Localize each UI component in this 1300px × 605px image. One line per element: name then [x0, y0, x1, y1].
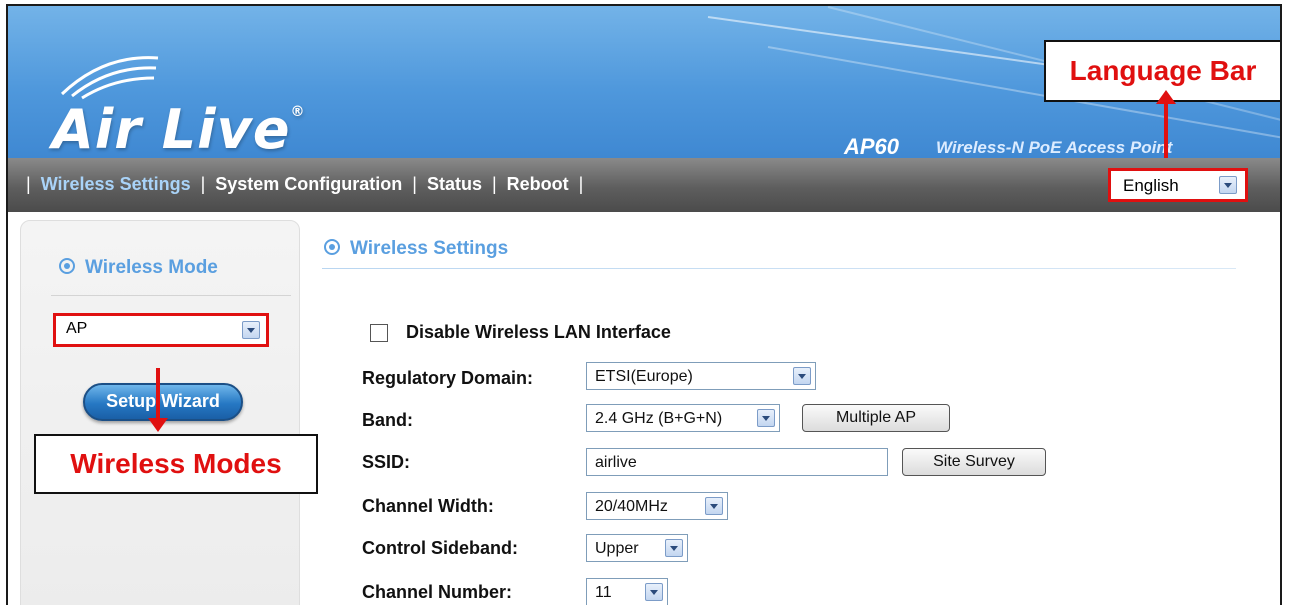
wireless-modes-callout: Wireless Modes [34, 434, 318, 494]
control-sideband-label: Control Sideband: [362, 538, 518, 558]
ssid-label: SSID: [362, 452, 411, 472]
main-nav-bar: | Wireless Settings | System Configurati… [8, 158, 1280, 212]
chevron-down-icon[interactable] [242, 321, 260, 339]
nav-system-configuration[interactable]: System Configuration [215, 174, 402, 195]
multiple-ap-button[interactable]: Multiple AP [802, 404, 950, 432]
nav-status[interactable]: Status [427, 174, 482, 195]
page-title: Wireless Settings [324, 238, 508, 260]
regulatory-domain-value: ETSI(Europe) [595, 368, 693, 385]
channel-width-label: Channel Width: [362, 496, 494, 516]
wireless-waves-icon [60, 56, 159, 100]
control-sideband-value: Upper [595, 540, 639, 557]
setup-wizard-button[interactable]: Setup Wizard [83, 383, 243, 421]
band-label: Band: [362, 410, 413, 430]
language-select[interactable]: English [1108, 168, 1248, 202]
wireless-mode-value: AP [66, 320, 88, 337]
main-nav: | Wireless Settings | System Configurati… [26, 174, 593, 195]
disable-wlan-label: Disable Wireless LAN Interface [406, 322, 671, 342]
channel-number-value: 11 [595, 584, 612, 601]
control-sideband-select[interactable]: Upper [586, 534, 688, 562]
chevron-down-icon[interactable] [665, 539, 683, 557]
regulatory-domain-label: Regulatory Domain: [362, 368, 534, 388]
chevron-down-icon[interactable] [757, 409, 775, 427]
nav-separator: | [491, 174, 497, 194]
band-select[interactable]: 2.4 GHz (B+G+N) [586, 404, 780, 432]
arrow-up-icon [1156, 90, 1176, 158]
channel-number-label: Channel Number: [362, 582, 513, 602]
wireless-mode-select[interactable]: AP [53, 313, 269, 347]
arrow-down-icon [148, 368, 168, 432]
app-window: Air Live® AP60 Wireless-N PoE Access Poi… [6, 4, 1282, 605]
chevron-down-icon[interactable] [1219, 176, 1237, 194]
airlive-logo: Air Live® [52, 98, 306, 158]
nav-separator: | [412, 174, 417, 194]
sidebar-divider [51, 295, 291, 296]
channel-width-select[interactable]: 20/40MHz [586, 492, 728, 520]
nav-separator: | [26, 174, 31, 194]
channel-width-value: 20/40MHz [595, 498, 668, 515]
model-description: Wireless-N PoE Access Point [936, 138, 1173, 157]
language-select-value: English [1123, 176, 1179, 195]
nav-reboot[interactable]: Reboot [507, 174, 569, 195]
target-icon [59, 258, 75, 274]
target-icon [324, 239, 340, 255]
sidebar-title: Wireless Mode [59, 257, 218, 279]
sidebar-panel: Wireless Mode AP Setup Wizard [20, 220, 300, 605]
model-name: AP60 [844, 134, 900, 158]
chevron-down-icon[interactable] [645, 583, 663, 601]
chevron-down-icon[interactable] [705, 497, 723, 515]
ssid-value: airlive [595, 454, 637, 471]
sidebar-title-label: Wireless Mode [85, 257, 218, 278]
site-survey-button[interactable]: Site Survey [902, 448, 1046, 476]
nav-wireless-settings[interactable]: Wireless Settings [41, 174, 191, 195]
nav-separator: | [578, 174, 584, 194]
regulatory-domain-select[interactable]: ETSI(Europe) [586, 362, 816, 390]
chevron-down-icon[interactable] [793, 367, 811, 385]
band-value: 2.4 GHz (B+G+N) [595, 410, 723, 427]
page-title-label: Wireless Settings [350, 238, 509, 259]
channel-number-select[interactable]: 11 [586, 578, 668, 605]
ssid-input[interactable]: airlive [586, 448, 888, 476]
title-divider [322, 268, 1236, 269]
disable-wlan-checkbox[interactable] [370, 324, 388, 342]
nav-separator: | [200, 174, 206, 194]
